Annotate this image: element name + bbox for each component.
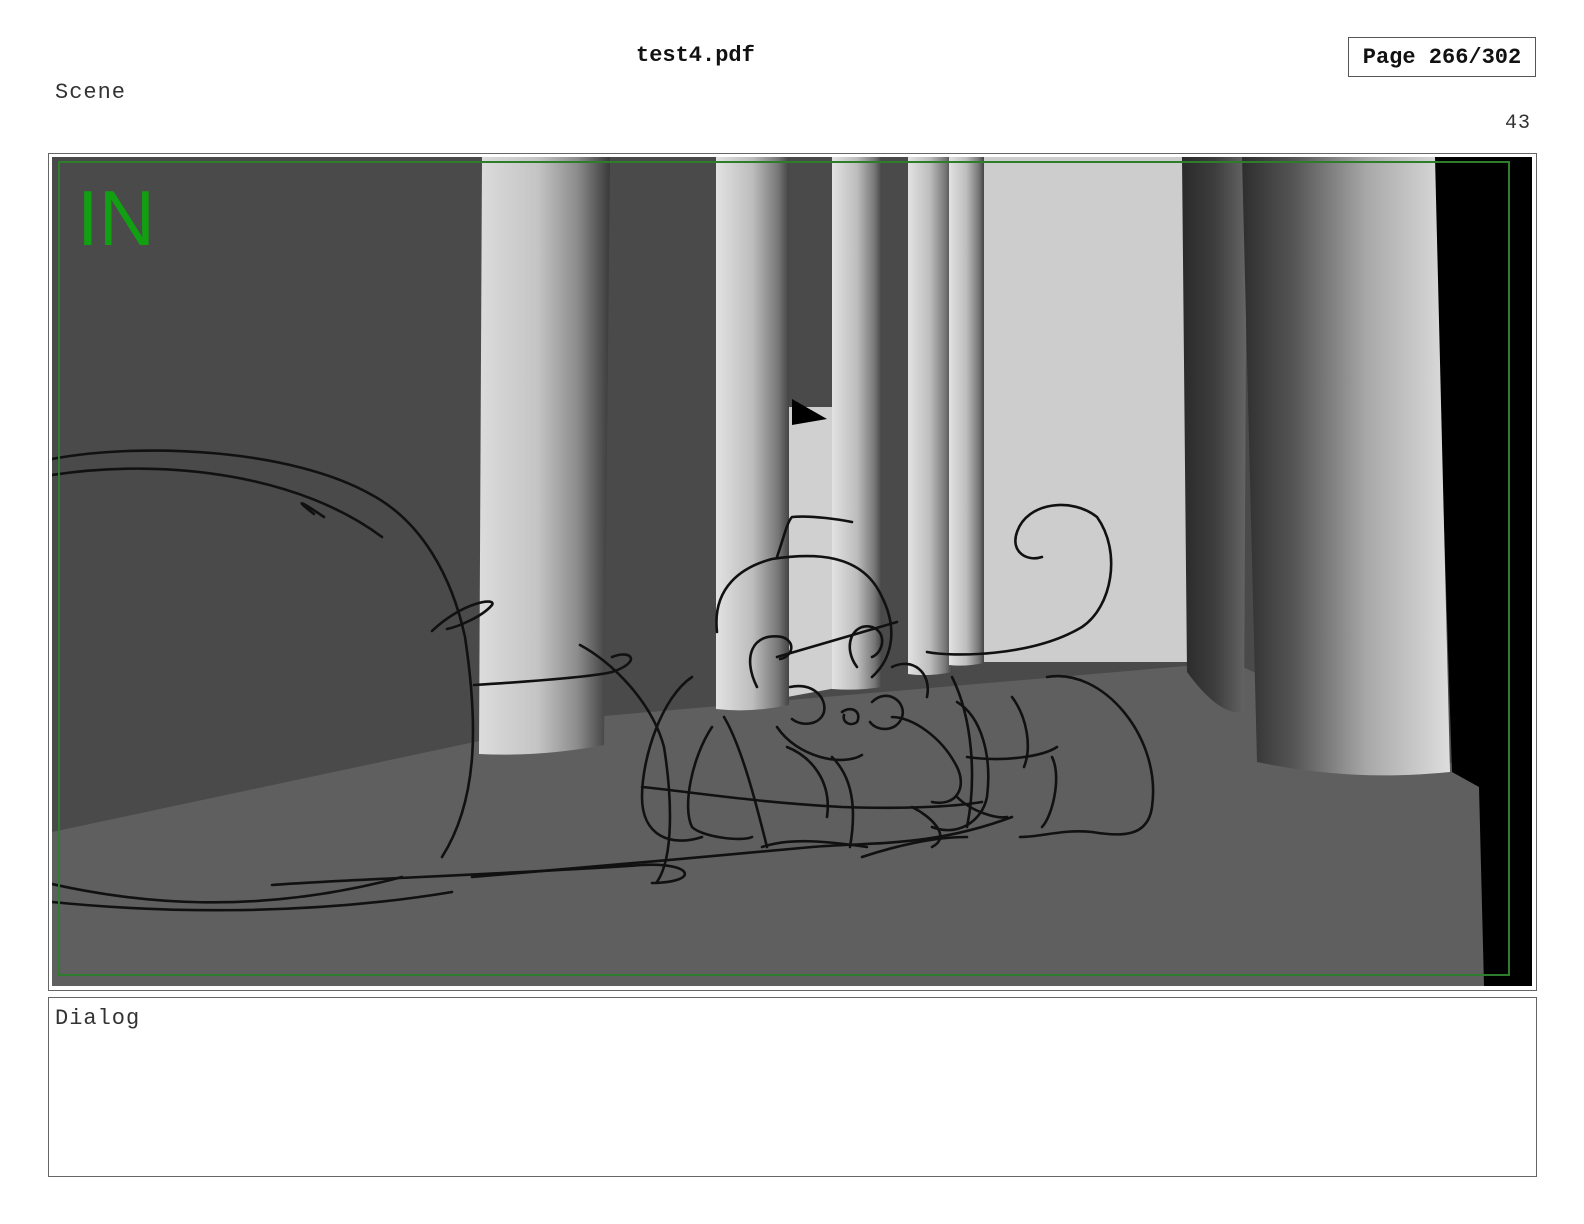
column-6 <box>1242 157 1450 776</box>
dialog-box: Dialog <box>48 997 1537 1177</box>
column-1 <box>479 157 610 755</box>
storyboard-frame: IN <box>48 153 1537 991</box>
column-right-thin <box>1182 157 1247 713</box>
transition-in-label: IN <box>77 174 155 262</box>
column-5 <box>949 157 984 666</box>
storyboard-panel: IN <box>52 157 1532 986</box>
scene-number: 43 <box>1504 112 1531 135</box>
column-3 <box>832 157 882 690</box>
column-4 <box>908 157 952 676</box>
dialog-label: Dialog <box>55 1006 141 1031</box>
document-title: test4.pdf <box>636 43 755 68</box>
bright-opening <box>977 157 1187 662</box>
scene-label: Scene <box>55 80 127 105</box>
page-indicator: Page 266/302 <box>1348 37 1536 77</box>
panel-artwork <box>52 157 1532 986</box>
column-2 <box>716 157 789 711</box>
